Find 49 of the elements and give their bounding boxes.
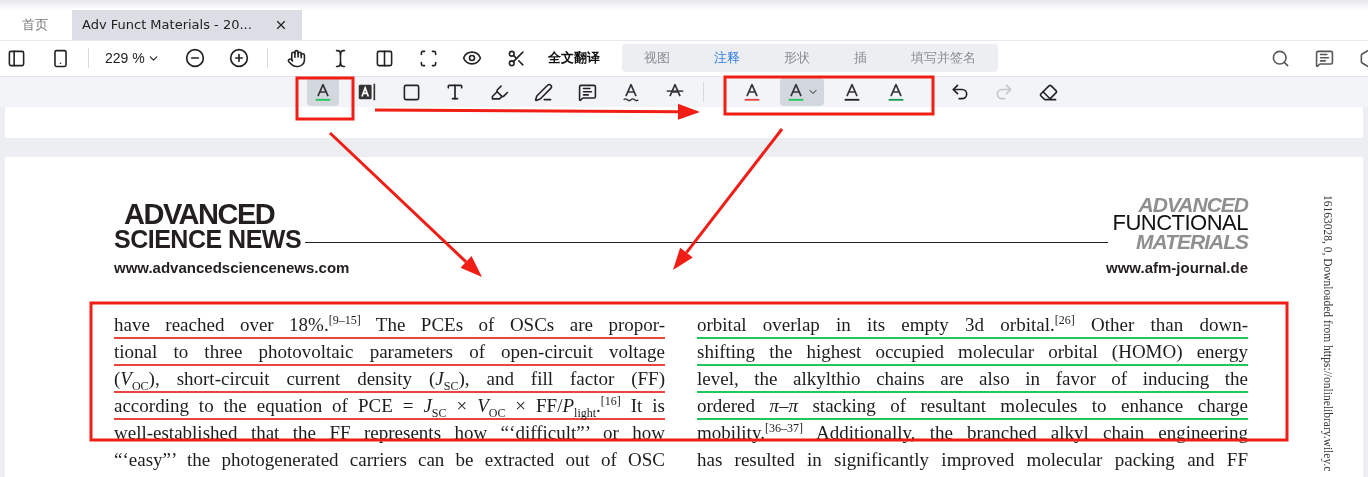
text-line: level, the alkylthio chains are also in favor of inducing the [697,368,1248,393]
mode-tab[interactable]: 填写并签名 [889,48,998,69]
marker-icon [489,82,509,102]
mode-tab[interactable]: 视图 [622,48,692,69]
scissors-icon [506,48,526,68]
mode-tab[interactable]: 注释 [692,48,762,69]
text-color-button[interactable] [780,78,824,107]
mode-tab[interactable]: 形状 [762,48,832,69]
logo-text: ADVANCED [124,201,276,227]
window-tab[interactable]: Adv Funct Materials - 20... [72,9,302,40]
comment-icon [1314,48,1334,68]
text-line: has resulted in significantly improved molecular packing and FF [697,449,1248,472]
search-icon [1270,48,1290,68]
text-line: (V$_{OC}$), short-circuit current density (J$_{SC}$), and fill factor (FF) [114,368,665,393]
text-line: tional to three photovoltaic parameters of open-circuit voltage [114,341,665,366]
text-line: have reached over 18%.$^{[9–15]}$ The PCEs of OSCs are propor- [114,314,665,339]
text-line: according to the equation of PCE = J$_{SC}$ × V$_{OC}$ × FF/P$_{light}$.$^{[16]}$ It is [114,395,665,420]
zoom-dropdown[interactable]: 229 % [101,50,167,67]
text-line: ordered π–π stacking of resultant molecules to enhance charge [697,395,1248,420]
window-tab[interactable]: 首页 [0,9,72,40]
text-line: orbital overlap in its empty 3d orbital.$^{[26]}$ Other than down- [697,314,1248,339]
text-line: mobility.$^{[36–37]}$ Additionally, the branched alkyl chain engineering [697,422,1248,445]
zoom-in-icon [229,48,249,69]
logo-text: FUNCTIONAL [1112,214,1248,232]
annotation-box [295,76,355,121]
website-url: www.advancedsciencenews.com [114,259,350,276]
highlight-tool-button[interactable] [307,78,339,107]
pencil-icon [533,82,553,102]
columns-icon [374,48,394,68]
side-note: 16163028, 0, Downloaded from https://onlinelibrary.wiley.c [1322,195,1334,474]
redo-icon [994,82,1014,103]
logo-text: MATERIALS [1136,232,1248,251]
text-line: well-established that the FF represents how “‘difficult”’ or how [114,422,665,445]
zoom-out-icon [185,48,205,69]
translate-button[interactable]: 全文翻译 [544,49,604,68]
hand-icon [286,48,306,68]
sidebar-icon [6,48,26,68]
mode-tab[interactable]: 插 [832,48,889,69]
text-icon [445,82,465,103]
rectangle-icon [401,82,421,102]
logo-text: ADVANCED [1138,195,1248,214]
comment-icon [577,82,597,102]
website-url: www.afm-journal.de [1106,259,1248,276]
fullscreen-icon [418,48,438,68]
text-line: shifting the highest occupied molecular orbital (HOMO) energy [697,341,1248,366]
text-line: “‘easy”’ the photogenerated carriers can be extracted out of OSC [114,449,665,472]
eraser-icon [1038,82,1058,102]
logo-text: SCIENCE NEWS [114,227,302,251]
undo-icon [950,82,970,103]
